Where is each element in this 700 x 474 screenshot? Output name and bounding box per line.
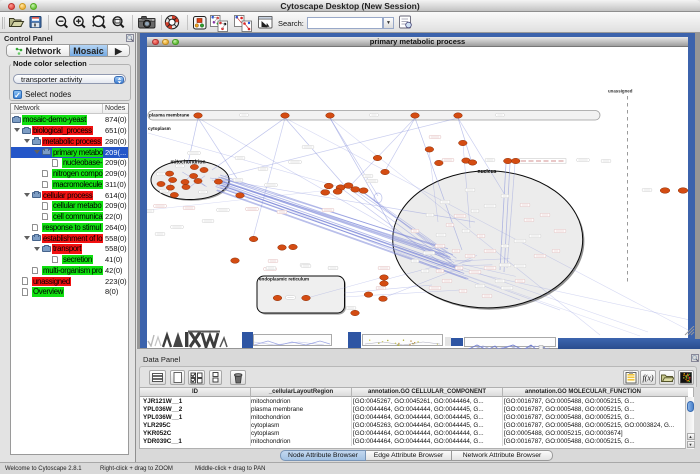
- svg-text:endoplasmic reticulum: endoplasmic reticulum: [259, 277, 309, 282]
- svg-text:mitochondrion: mitochondrion: [171, 160, 206, 166]
- svg-text:unassigned: unassigned: [608, 89, 633, 94]
- svg-text:nucleus: nucleus: [478, 169, 497, 175]
- svg-text:plasma membrane: plasma membrane: [149, 113, 190, 118]
- svg-text:f(x): f(x): [642, 374, 653, 383]
- svg-text:cytoplasm: cytoplasm: [148, 126, 171, 131]
